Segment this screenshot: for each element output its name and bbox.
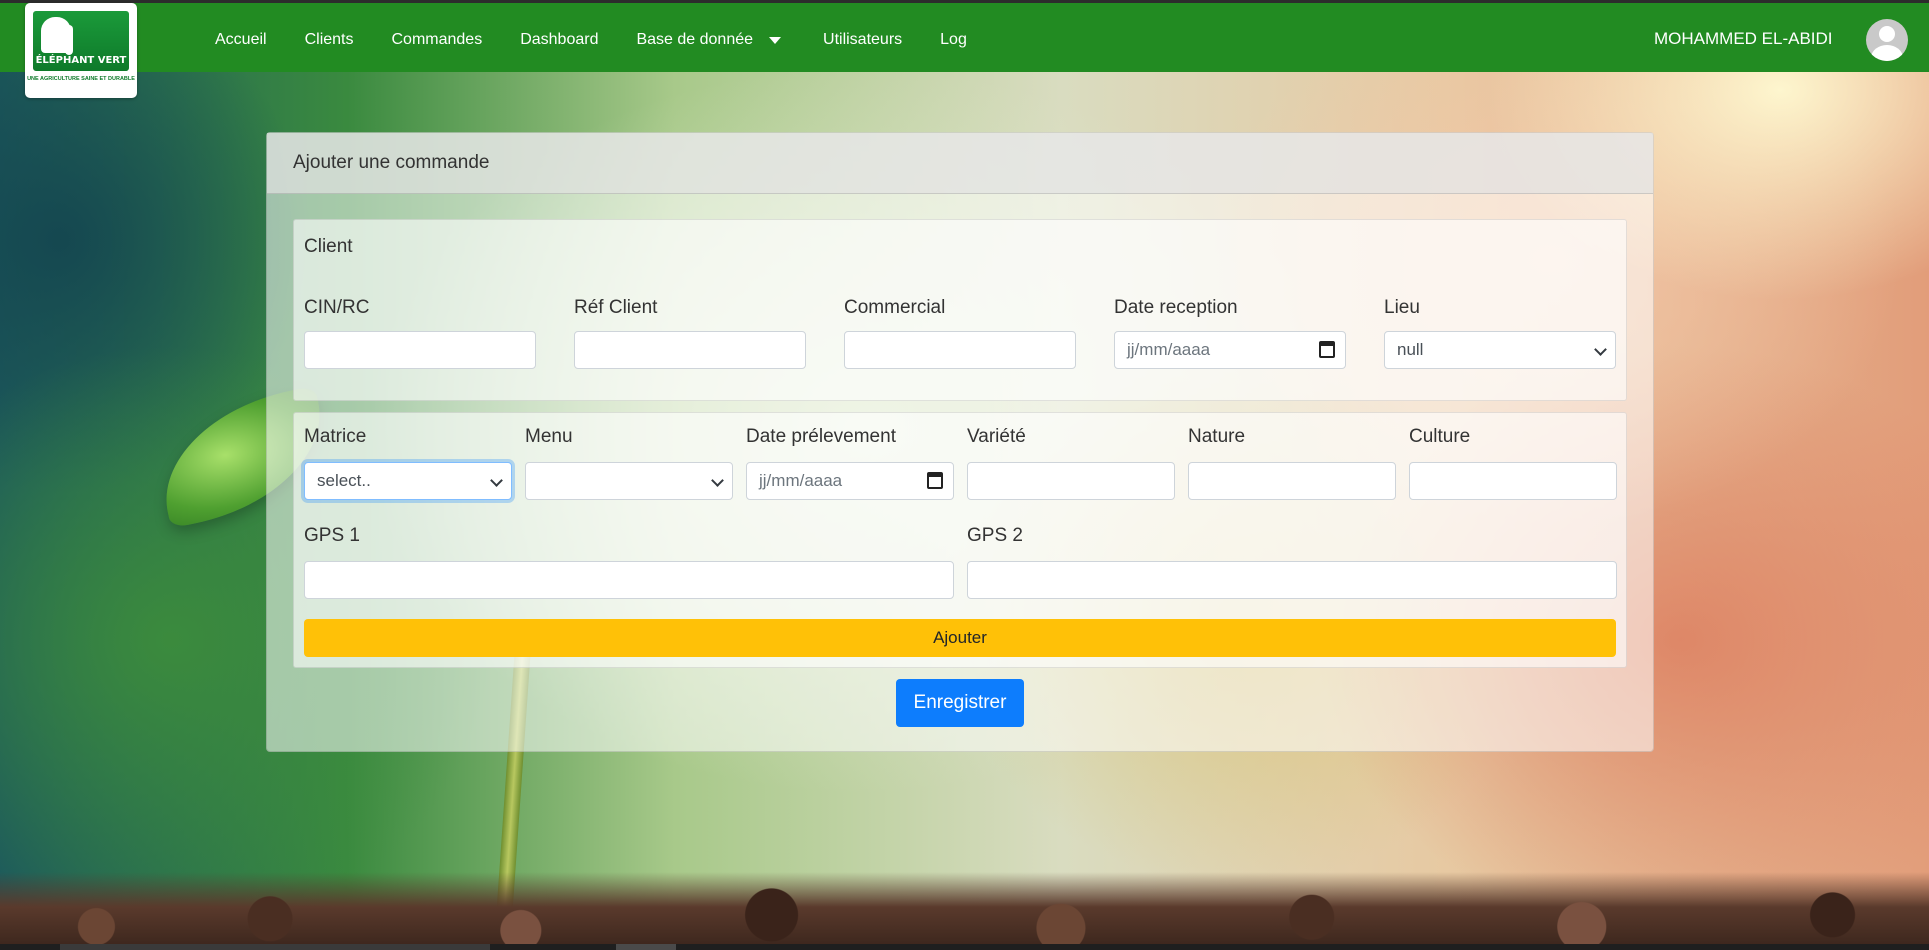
nav-commandes[interactable]: Commandes: [372, 3, 501, 75]
variete-input[interactable]: [967, 462, 1175, 500]
nav-log[interactable]: Log: [921, 3, 986, 75]
gps2-input[interactable]: [967, 561, 1617, 599]
lieu-select[interactable]: null: [1384, 331, 1616, 369]
nature-input[interactable]: [1188, 462, 1396, 500]
nav-dashboard[interactable]: Dashboard: [501, 3, 617, 75]
chevron-down-icon: [711, 474, 724, 487]
commercial-label: Commercial: [844, 297, 946, 318]
culture-label: Culture: [1409, 426, 1471, 447]
date-prelevement-placeholder: jj/mm/aaaa: [759, 471, 843, 490]
lieu-label: Lieu: [1384, 297, 1420, 318]
enregistrer-button[interactable]: Enregistrer: [896, 679, 1024, 727]
calendar-icon[interactable]: [927, 472, 943, 489]
os-taskbar: [0, 944, 1929, 950]
lieu-selected: null: [1397, 340, 1424, 359]
sample-section: Matrice select.. Menu Date prélevement j…: [293, 412, 1627, 668]
date-prelevement-input[interactable]: jj/mm/aaaa: [746, 462, 954, 500]
avatar-body: [1871, 45, 1903, 61]
avatar-head: [1879, 26, 1895, 42]
caret-down-icon: [769, 36, 782, 44]
cin-rc-input[interactable]: [304, 331, 536, 369]
menu-label: Menu: [525, 426, 573, 447]
taskbar-item[interactable]: [616, 944, 676, 950]
culture-input[interactable]: [1409, 462, 1617, 500]
nav-menu: Accueil Clients Commandes Dashboard Base…: [196, 3, 986, 75]
cin-rc-label: CIN/RC: [304, 297, 370, 318]
order-form-card: Ajouter une commande Client CIN/RC Réf C…: [266, 132, 1654, 752]
date-reception-placeholder: jj/mm/aaaa: [1127, 340, 1211, 359]
brand-tagline: UNE AGRICULTURE SAINE ET DURABLE: [27, 76, 135, 82]
nav-clients[interactable]: Clients: [286, 3, 373, 75]
logo-mark: ÉLÉPHANT VERT: [33, 11, 129, 71]
matrice-selected: select..: [317, 471, 371, 490]
date-reception-input[interactable]: jj/mm/aaaa: [1114, 331, 1346, 369]
brand-name: ÉLÉPHANT VERT: [35, 55, 127, 66]
ajouter-button[interactable]: Ajouter: [304, 619, 1616, 657]
nav-base-de-donnee-label: Base de donnée: [636, 31, 754, 48]
gps1-label: GPS 1: [304, 525, 360, 546]
calendar-icon[interactable]: [1319, 341, 1335, 358]
gps1-input[interactable]: [304, 561, 954, 599]
date-prelevement-label: Date prélevement: [746, 426, 896, 447]
card-title: Ajouter une commande: [267, 133, 1653, 194]
brand-logo[interactable]: ÉLÉPHANT VERT UNE AGRICULTURE SAINE ET D…: [25, 3, 137, 98]
user-name[interactable]: MOHAMMED EL-ABIDI: [1654, 29, 1833, 49]
menu-select[interactable]: [525, 462, 733, 500]
date-reception-label: Date reception: [1114, 297, 1238, 318]
elephant-trunk: [65, 25, 73, 55]
ref-client-input[interactable]: [574, 331, 806, 369]
gps2-label: GPS 2: [967, 525, 1023, 546]
matrice-select[interactable]: select..: [304, 462, 512, 500]
commercial-input[interactable]: [844, 331, 1076, 369]
chevron-down-icon: [490, 474, 503, 487]
client-section-title: Client: [304, 236, 353, 257]
chevron-down-icon: [1594, 343, 1607, 356]
nature-label: Nature: [1188, 426, 1246, 447]
avatar-icon[interactable]: [1866, 19, 1908, 61]
variete-label: Variété: [967, 426, 1026, 447]
nav-utilisateurs[interactable]: Utilisateurs: [804, 3, 921, 75]
nav-base-de-donnee[interactable]: Base de donnée: [617, 3, 800, 75]
client-section: Client CIN/RC Réf Client Commercial Date…: [293, 219, 1627, 401]
taskbar-item[interactable]: [60, 944, 490, 950]
nav-accueil[interactable]: Accueil: [196, 3, 286, 75]
navbar: Accueil Clients Commandes Dashboard Base…: [0, 0, 1929, 72]
ref-client-label: Réf Client: [574, 297, 658, 318]
matrice-label: Matrice: [304, 426, 367, 447]
soil-decoration: [0, 872, 1929, 950]
